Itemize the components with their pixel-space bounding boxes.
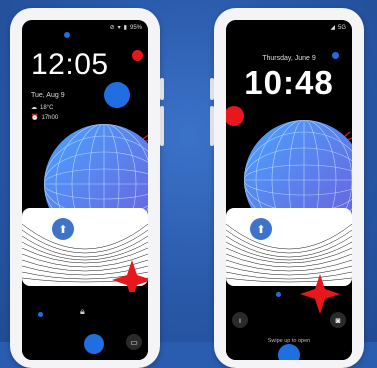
decor-blue-circle xyxy=(104,82,130,108)
decor-dot xyxy=(64,32,70,38)
tree-icon: ⬆ xyxy=(256,223,266,236)
phone-right: ◢ 5G Thursday, June 9 10:48 ⬆ ı ◙ Swipe … xyxy=(210,8,364,368)
shortcut-chip[interactable]: ⬆ xyxy=(52,218,74,240)
battery-percent: 95% xyxy=(129,24,142,31)
flashlight-icon: ı xyxy=(238,315,242,325)
network-label: 5G xyxy=(337,24,346,31)
cloud-icon: ☁ xyxy=(31,105,37,111)
alarm-time: 17h00 xyxy=(41,114,59,121)
mute-icon: ⊘ xyxy=(109,25,115,31)
status-bar: ◢ 5G xyxy=(330,24,346,32)
wifi-icon: ▾ xyxy=(117,25,121,31)
lock-screen-left: ⊘ ▾ ▮ 95% 12:05 Tue, Aug 9 ☁ 18°C ⏰ 17h0… xyxy=(22,20,148,360)
volume-button xyxy=(210,106,214,146)
alarm-icon: ⏰ xyxy=(31,115,39,121)
signal-icon: ◢ xyxy=(330,25,335,31)
date: Tue, Aug 9 xyxy=(31,92,65,99)
decor-dot xyxy=(276,292,281,297)
decor-dot xyxy=(38,312,43,317)
red-star-decoration xyxy=(300,274,340,314)
battery-icon: ▮ xyxy=(123,25,127,31)
date: Thursday, June 9 xyxy=(262,55,316,62)
lock-icon[interactable]: 🔒︎ xyxy=(80,306,85,317)
camera-icon: ◙ xyxy=(335,315,341,325)
shortcut-chip[interactable]: ⬆ xyxy=(250,218,272,240)
camera-button[interactable]: ◙ xyxy=(330,312,346,328)
bottom-panel: 🔒︎ ▭ xyxy=(22,292,148,360)
decor-red-dot xyxy=(132,50,143,61)
wallet-icon: ▭ xyxy=(130,337,138,347)
lock-screen-right: ◢ 5G Thursday, June 9 10:48 ⬆ ı ◙ Swipe … xyxy=(226,20,352,360)
weather: ☁ 18°C xyxy=(31,104,54,112)
clock: 10:48 xyxy=(244,64,334,101)
decor-blue-circle xyxy=(84,334,104,354)
tree-icon: ⬆ xyxy=(58,223,68,236)
wallet-button[interactable]: ▭ xyxy=(126,334,142,350)
status-bar: ⊘ ▾ ▮ 95% xyxy=(109,24,142,32)
phone-left: ⊘ ▾ ▮ 95% 12:05 Tue, Aug 9 ☁ 18°C ⏰ 17h0… xyxy=(10,8,164,368)
power-button xyxy=(160,78,164,100)
alarm: ⏰ 17h00 xyxy=(31,114,59,122)
clock: 12:05 xyxy=(31,48,109,81)
weather-temp: 18°C xyxy=(40,104,54,111)
decor-blue-circle xyxy=(278,344,300,360)
power-button xyxy=(210,78,214,100)
flashlight-button[interactable]: ı xyxy=(232,312,248,328)
volume-button xyxy=(160,106,164,146)
